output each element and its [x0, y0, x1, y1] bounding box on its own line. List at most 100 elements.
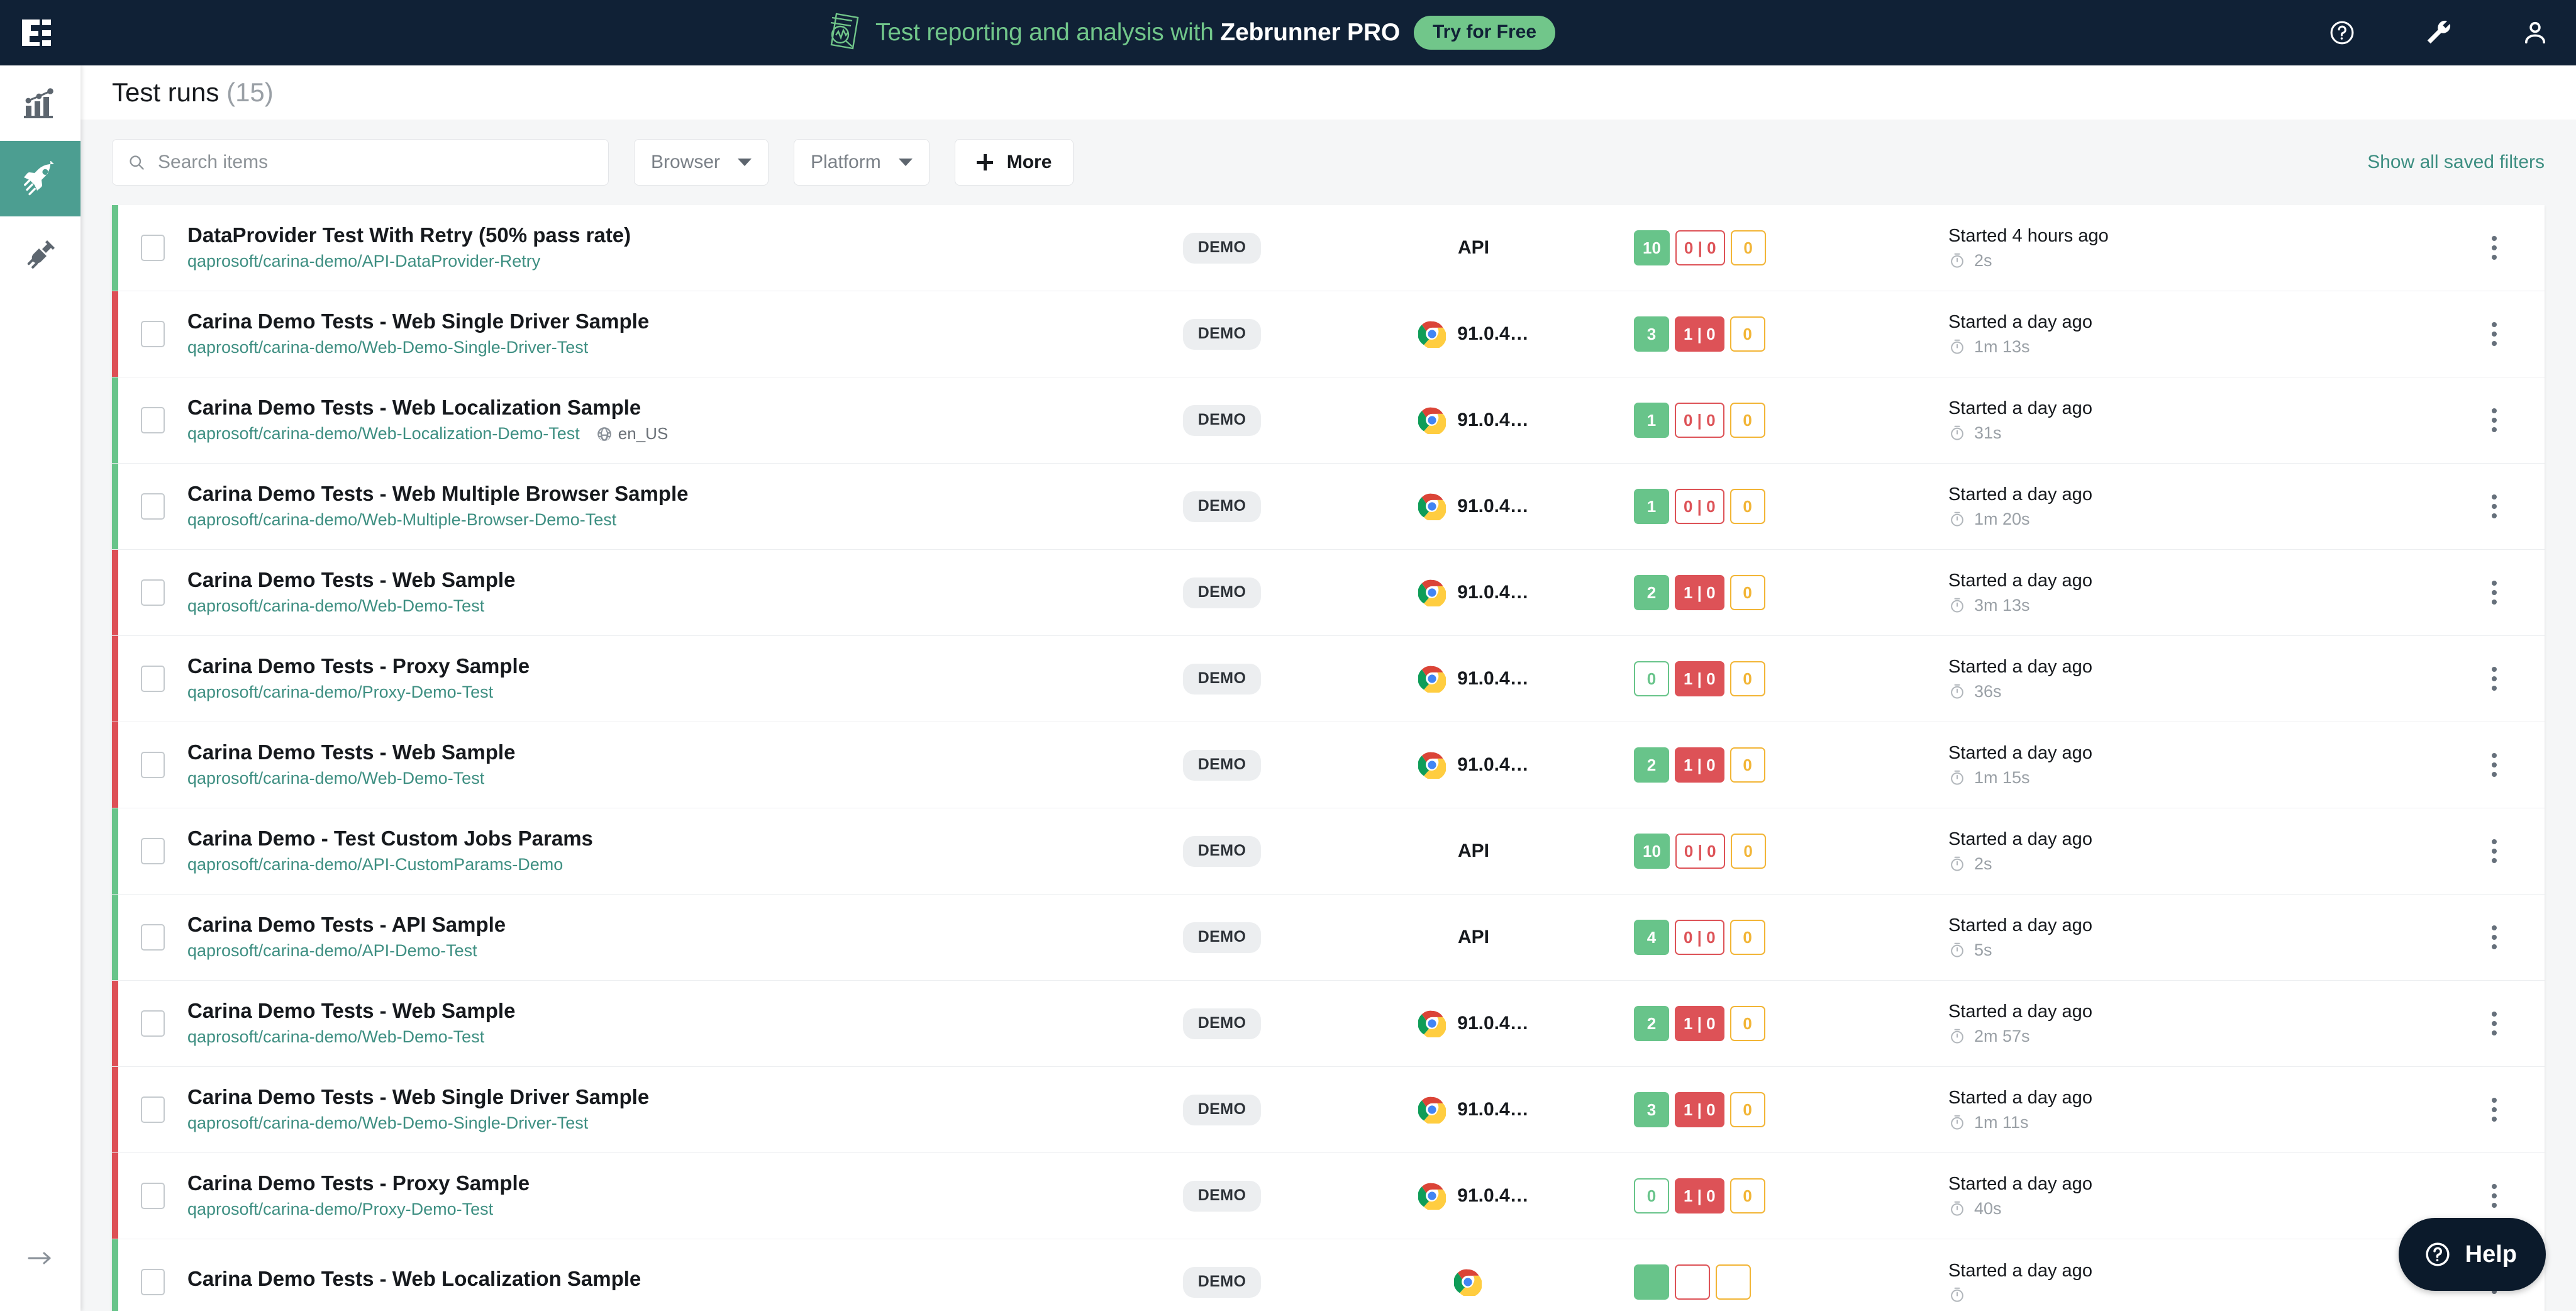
table-row[interactable]: Carina Demo Tests - Web Sample qaprosoft…: [112, 722, 2545, 808]
passed-count-badge[interactable]: 2: [1634, 1006, 1669, 1041]
failed-count-badge[interactable]: 1 | 0: [1675, 316, 1724, 352]
table-row[interactable]: Carina Demo Tests - Web Sample qaprosoft…: [112, 550, 2545, 636]
row-actions-menu-button[interactable]: [2444, 808, 2545, 894]
row-checkbox[interactable]: [141, 666, 165, 692]
test-run-title[interactable]: Carina Demo Tests - Web Sample: [187, 569, 1131, 591]
passed-count-badge[interactable]: 0: [1634, 1178, 1669, 1213]
test-run-path-link[interactable]: qaprosoft/carina-demo/Web-Demo-Single-Dr…: [187, 338, 588, 357]
test-run-path-link[interactable]: qaprosoft/carina-demo/Web-Localization-D…: [187, 424, 580, 444]
browser-filter-dropdown[interactable]: Browser: [634, 139, 769, 186]
passed-count-badge[interactable]: [1634, 1264, 1669, 1300]
table-row[interactable]: Carina Demo Tests - Web Localization Sam…: [112, 377, 2545, 464]
failed-count-badge[interactable]: 1 | 0: [1675, 661, 1724, 696]
search-input[interactable]: [158, 152, 593, 173]
row-actions-menu-button[interactable]: [2444, 377, 2545, 463]
test-run-title[interactable]: Carina Demo Tests - API Sample: [187, 914, 1131, 936]
more-filters-button[interactable]: More: [955, 139, 1074, 186]
test-run-path-link[interactable]: qaprosoft/carina-demo/Web-Demo-Test: [187, 596, 484, 616]
row-checkbox[interactable]: [141, 493, 165, 520]
sidebar-item-integrations[interactable]: [0, 216, 80, 292]
table-row[interactable]: Carina Demo Tests - API Sample qaprosoft…: [112, 895, 2545, 981]
test-run-path-link[interactable]: qaprosoft/carina-demo/Web-Demo-Single-Dr…: [187, 1113, 588, 1133]
failed-count-badge[interactable]: 1 | 0: [1675, 1006, 1724, 1041]
passed-count-badge[interactable]: 2: [1634, 575, 1669, 610]
row-actions-menu-button[interactable]: [2444, 205, 2545, 291]
passed-count-badge[interactable]: 1: [1634, 403, 1669, 438]
skipped-count-badge[interactable]: 0: [1730, 1178, 1765, 1213]
row-checkbox[interactable]: [141, 924, 165, 951]
skipped-count-badge[interactable]: [1716, 1264, 1751, 1300]
test-run-path-link[interactable]: qaprosoft/carina-demo/Proxy-Demo-Test: [187, 1200, 493, 1219]
skipped-count-badge[interactable]: 0: [1730, 661, 1765, 696]
row-checkbox[interactable]: [141, 1096, 165, 1123]
test-run-title[interactable]: Carina Demo Tests - Proxy Sample: [187, 1173, 1131, 1195]
failed-count-badge[interactable]: 1 | 0: [1675, 1092, 1724, 1127]
row-actions-menu-button[interactable]: [2444, 895, 2545, 980]
row-checkbox[interactable]: [141, 1269, 165, 1295]
row-actions-menu-button[interactable]: [2444, 550, 2545, 635]
table-row[interactable]: Carina Demo Tests - Web Single Driver Sa…: [112, 291, 2545, 377]
skipped-count-badge[interactable]: 0: [1730, 920, 1765, 955]
skipped-count-badge[interactable]: 0: [1730, 1006, 1765, 1041]
passed-count-badge[interactable]: 10: [1634, 230, 1670, 265]
passed-count-badge[interactable]: 4: [1634, 920, 1669, 955]
row-actions-menu-button[interactable]: [2444, 981, 2545, 1066]
test-run-path-link[interactable]: qaprosoft/carina-demo/Proxy-Demo-Test: [187, 683, 493, 702]
row-actions-menu-button[interactable]: [2444, 464, 2545, 549]
table-row[interactable]: Carina Demo Tests - Web Localization Sam…: [112, 1239, 2545, 1311]
test-run-title[interactable]: Carina Demo Tests - Web Single Driver Sa…: [187, 1086, 1131, 1108]
test-run-title[interactable]: Carina Demo Tests - Web Multiple Browser…: [187, 483, 1131, 505]
wrench-icon[interactable]: [2424, 18, 2453, 47]
row-checkbox[interactable]: [141, 1183, 165, 1209]
failed-count-badge[interactable]: [1675, 1264, 1710, 1300]
table-row[interactable]: Carina Demo Tests - Proxy Sample qaproso…: [112, 636, 2545, 722]
test-run-path-link[interactable]: qaprosoft/carina-demo/API-CustomParams-D…: [187, 855, 563, 874]
table-row[interactable]: Carina Demo - Test Custom Jobs Params qa…: [112, 808, 2545, 895]
table-row[interactable]: Carina Demo Tests - Web Sample qaprosoft…: [112, 981, 2545, 1067]
row-checkbox[interactable]: [141, 321, 165, 347]
skipped-count-badge[interactable]: 0: [1730, 1092, 1765, 1127]
sidebar-item-dashboards[interactable]: [0, 65, 80, 141]
test-run-title[interactable]: Carina Demo Tests - Web Sample: [187, 1000, 1131, 1022]
skipped-count-badge[interactable]: 0: [1730, 575, 1765, 610]
row-checkbox[interactable]: [141, 1010, 165, 1037]
test-run-title[interactable]: Carina Demo - Test Custom Jobs Params: [187, 828, 1131, 850]
help-circle-icon[interactable]: [2328, 19, 2356, 47]
failed-count-badge[interactable]: 0 | 0: [1675, 403, 1724, 438]
passed-count-badge[interactable]: 0: [1634, 661, 1669, 696]
failed-count-badge[interactable]: 0 | 0: [1675, 230, 1725, 265]
failed-count-badge[interactable]: 1 | 0: [1675, 575, 1724, 610]
test-run-path-link[interactable]: qaprosoft/carina-demo/API-DataProvider-R…: [187, 252, 540, 271]
row-checkbox[interactable]: [141, 407, 165, 433]
row-checkbox[interactable]: [141, 579, 165, 606]
failed-count-badge[interactable]: 0 | 0: [1675, 489, 1724, 524]
row-checkbox[interactable]: [141, 235, 165, 261]
try-for-free-button[interactable]: Try for Free: [1414, 16, 1555, 50]
passed-count-badge[interactable]: 1: [1634, 489, 1669, 524]
failed-count-badge[interactable]: 1 | 0: [1675, 1178, 1724, 1213]
skipped-count-badge[interactable]: 0: [1730, 747, 1765, 783]
row-actions-menu-button[interactable]: [2444, 636, 2545, 722]
help-button[interactable]: Help: [2399, 1218, 2546, 1291]
test-run-path-link[interactable]: qaprosoft/carina-demo/Web-Demo-Test: [187, 1027, 484, 1047]
sidebar-item-test-runs[interactable]: [0, 141, 80, 216]
table-row[interactable]: Carina Demo Tests - Web Multiple Browser…: [112, 464, 2545, 550]
passed-count-badge[interactable]: 2: [1634, 747, 1669, 783]
skipped-count-badge[interactable]: 0: [1730, 316, 1765, 352]
test-run-title[interactable]: Carina Demo Tests - Web Sample: [187, 742, 1131, 764]
test-run-path-link[interactable]: qaprosoft/carina-demo/Web-Multiple-Brows…: [187, 510, 616, 530]
platform-filter-dropdown[interactable]: Platform: [794, 139, 930, 186]
row-actions-menu-button[interactable]: [2444, 1067, 2545, 1152]
row-checkbox[interactable]: [141, 752, 165, 778]
search-box[interactable]: [112, 139, 609, 186]
user-icon[interactable]: [2521, 18, 2550, 47]
sidebar-expand-button[interactable]: [0, 1239, 80, 1277]
passed-count-badge[interactable]: 10: [1634, 834, 1670, 869]
test-run-path-link[interactable]: qaprosoft/carina-demo/Web-Demo-Test: [187, 769, 484, 788]
test-run-title[interactable]: DataProvider Test With Retry (50% pass r…: [187, 225, 1131, 247]
skipped-count-badge[interactable]: 0: [1731, 230, 1766, 265]
table-row[interactable]: DataProvider Test With Retry (50% pass r…: [112, 205, 2545, 291]
row-checkbox[interactable]: [141, 838, 165, 864]
passed-count-badge[interactable]: 3: [1634, 1092, 1669, 1127]
failed-count-badge[interactable]: 0 | 0: [1675, 834, 1725, 869]
